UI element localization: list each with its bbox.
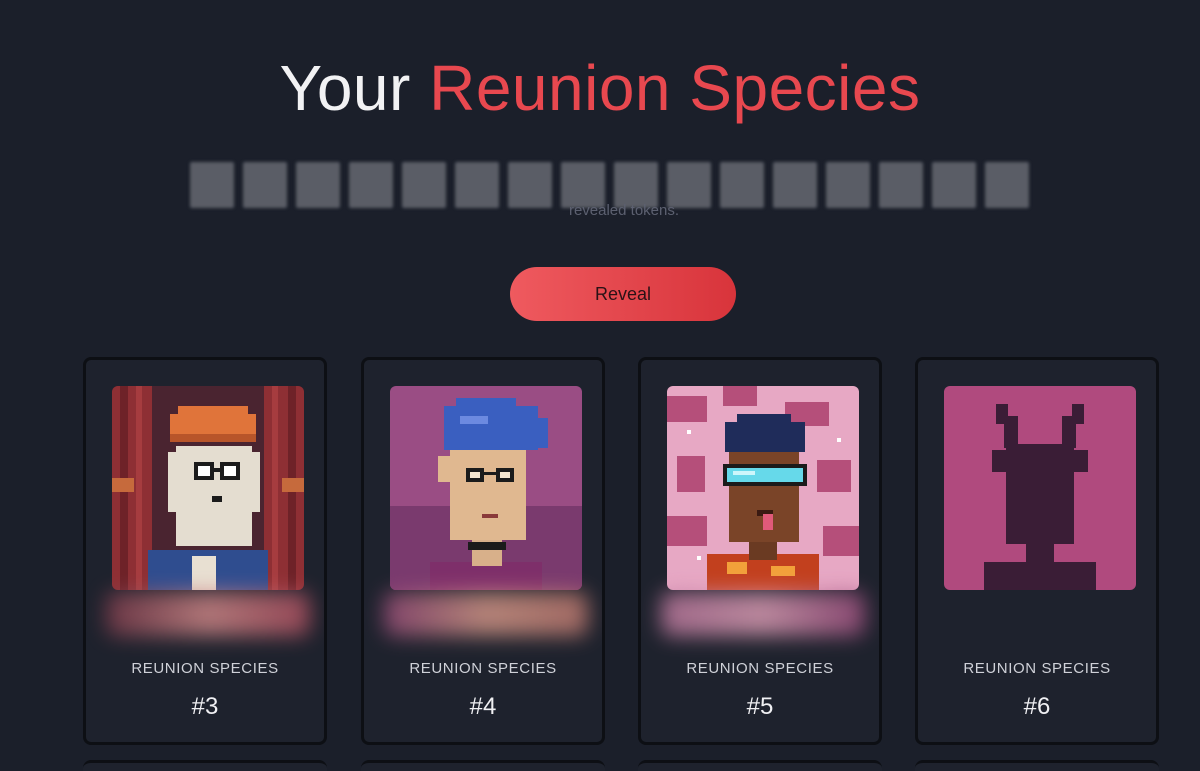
token-card-partial[interactable] bbox=[361, 760, 605, 771]
card-token-number: #5 bbox=[746, 693, 774, 720]
token-card[interactable]: REUNION SPECIES #3 bbox=[83, 357, 327, 745]
subtitle-visible-text: revealed tokens. bbox=[568, 202, 680, 219]
token-card-grid: REUNION SPECIES #3 REUNION SPECIES #4 RE… bbox=[83, 357, 1163, 750]
token-card[interactable]: REUNION SPECIES #5 bbox=[638, 357, 882, 745]
page-title: Your Reunion Species bbox=[0, 52, 1200, 124]
pixel-cat-avatar-image bbox=[112, 386, 304, 590]
card-token-number: #4 bbox=[469, 693, 497, 720]
pixel-person-goggles-avatar-image bbox=[667, 386, 859, 590]
card-collection-label: REUNION SPECIES bbox=[131, 660, 279, 677]
token-card-partial[interactable] bbox=[638, 760, 882, 771]
unrevealed-silhouette-image bbox=[944, 386, 1136, 590]
token-card-partial[interactable] bbox=[83, 760, 327, 771]
subtitle-description: revealed tokens. bbox=[190, 162, 1058, 228]
page-title-plain: Your bbox=[279, 52, 411, 124]
blurred-area bbox=[661, 592, 865, 636]
card-token-number: #6 bbox=[1023, 693, 1051, 720]
token-card-partial[interactable] bbox=[915, 760, 1159, 771]
token-card[interactable]: REUNION SPECIES #4 bbox=[361, 357, 605, 745]
next-card-row bbox=[83, 760, 1163, 771]
reveal-button[interactable]: Reveal bbox=[510, 267, 736, 321]
card-collection-label: REUNION SPECIES bbox=[686, 660, 834, 677]
pixel-person-avatar-image bbox=[390, 386, 582, 590]
page-title-accent: Reunion Species bbox=[429, 52, 921, 124]
blurred-area bbox=[384, 592, 588, 636]
card-token-number: #3 bbox=[191, 693, 219, 720]
card-collection-label: REUNION SPECIES bbox=[409, 660, 557, 677]
blurred-area bbox=[106, 592, 310, 636]
card-collection-label: REUNION SPECIES bbox=[963, 660, 1111, 677]
token-card[interactable]: REUNION SPECIES #6 bbox=[915, 357, 1159, 745]
